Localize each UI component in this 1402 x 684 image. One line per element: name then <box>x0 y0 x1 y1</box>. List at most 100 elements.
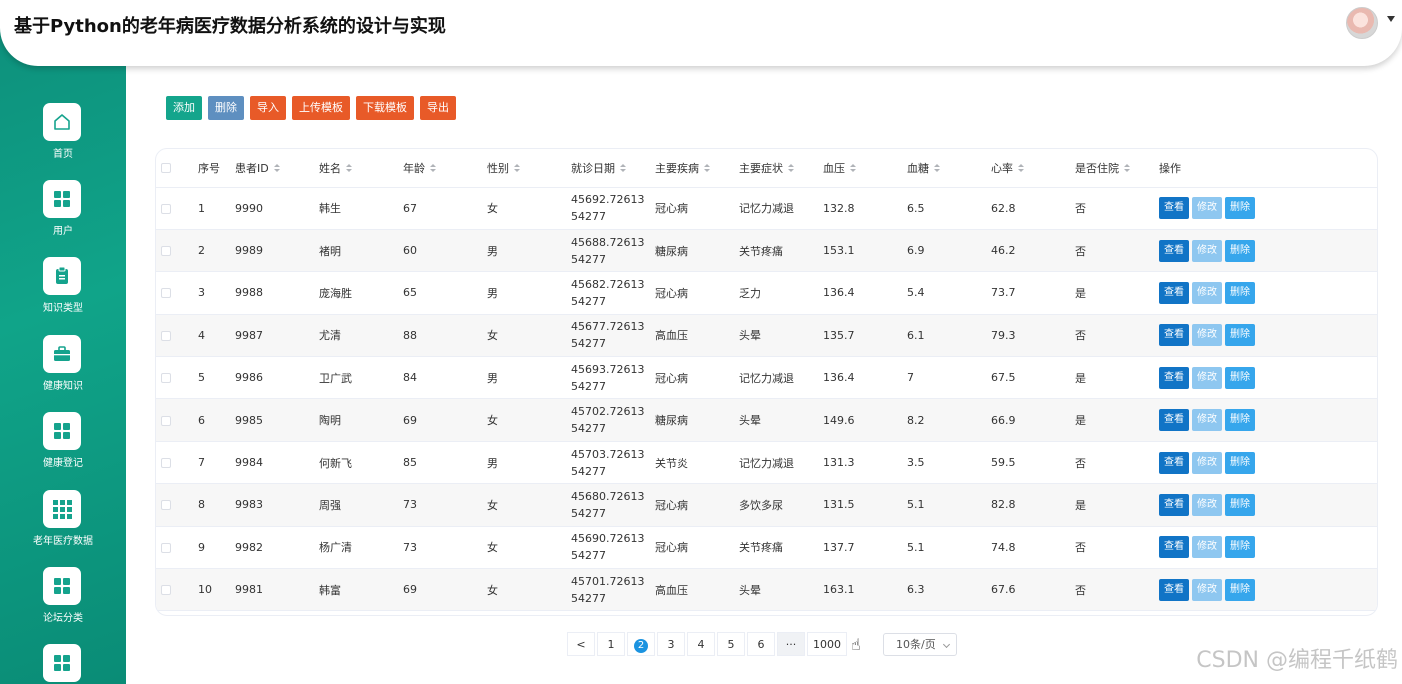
view-button[interactable]: 查看 <box>1159 366 1189 389</box>
view-button[interactable]: 查看 <box>1159 281 1189 304</box>
row-checkbox[interactable] <box>156 399 198 441</box>
row-delete-button[interactable]: 删除 <box>1225 409 1255 432</box>
sidebar-item-users[interactable]: 用户 <box>0 180 126 250</box>
column-header[interactable]: 血糖 <box>907 149 991 188</box>
row-checkbox[interactable] <box>156 569 198 611</box>
sidebar-item-health-knowledge[interactable]: 健康知识 <box>0 335 126 405</box>
table-row: 3 9988 庞海胜 65 男 45682.7261354277 冠心病 乏力 136.4 5.4… <box>156 272 1377 315</box>
table-cell: 韩生 <box>319 202 341 216</box>
export-button[interactable]: 导出 <box>420 96 456 120</box>
table-cell: 5 <box>198 371 205 385</box>
page-button-current[interactable]: 2 <box>627 632 655 656</box>
row-delete-button[interactable]: 删除 <box>1225 366 1255 389</box>
view-button[interactable]: 查看 <box>1159 197 1189 220</box>
select-all-checkbox[interactable] <box>156 149 198 188</box>
avatar[interactable] <box>1346 7 1378 39</box>
sort-icon[interactable] <box>1124 164 1130 173</box>
table-cell: 是 <box>1075 286 1086 300</box>
column-header[interactable]: 姓名 <box>319 149 403 188</box>
column-header[interactable]: 血压 <box>823 149 907 188</box>
sort-icon[interactable] <box>273 164 280 173</box>
sidebar-item-health-register[interactable]: 健康登记 <box>0 412 126 482</box>
column-header[interactable]: 就诊日期 <box>571 149 655 188</box>
import-button[interactable]: 导入 <box>250 96 286 120</box>
edit-button[interactable]: 修改 <box>1192 197 1222 220</box>
row-checkbox[interactable] <box>156 484 198 526</box>
sort-icon[interactable] <box>1018 164 1024 173</box>
table-cell: 9984 <box>235 456 263 470</box>
page-button[interactable]: 4 <box>687 632 715 656</box>
row-delete-button[interactable]: 删除 <box>1225 536 1255 559</box>
edit-button[interactable]: 修改 <box>1192 239 1222 262</box>
edit-button[interactable]: 修改 <box>1192 536 1222 559</box>
table-cell: 关节炎 <box>655 456 688 470</box>
edit-button[interactable]: 修改 <box>1192 324 1222 347</box>
view-button[interactable]: 查看 <box>1159 324 1189 347</box>
last-page-button[interactable]: 1000 <box>807 632 847 656</box>
row-checkbox[interactable] <box>156 272 198 314</box>
download-template-button[interactable]: 下载模板 <box>356 96 414 120</box>
page-size-select[interactable]: 10条/页 <box>883 633 957 656</box>
row-checkbox[interactable] <box>156 229 198 271</box>
row-actions: 查看 修改 删除 <box>1159 272 1377 314</box>
sidebar-item-home[interactable]: 首页 <box>0 103 126 173</box>
view-button[interactable]: 查看 <box>1159 536 1189 559</box>
table-row: 7 9984 何新飞 85 男 45703.7261354277 关节炎 记忆力减退 131.3… <box>156 441 1377 484</box>
view-button[interactable]: 查看 <box>1159 493 1189 516</box>
column-header[interactable]: 是否住院 <box>1075 149 1159 188</box>
delete-button[interactable]: 删除 <box>208 96 244 120</box>
column-header[interactable]: 主要疾病 <box>655 149 739 188</box>
column-header[interactable]: 主要症状 <box>739 149 823 188</box>
sort-icon[interactable] <box>704 164 710 173</box>
chevron-down-icon[interactable] <box>1387 16 1395 22</box>
row-delete-button[interactable]: 删除 <box>1225 197 1255 220</box>
sort-icon[interactable] <box>430 164 436 173</box>
row-delete-button[interactable]: 删除 <box>1225 451 1255 474</box>
sidebar-item-more[interactable] <box>0 644 126 684</box>
row-checkbox[interactable] <box>156 314 198 356</box>
sort-icon[interactable] <box>346 164 352 173</box>
row-delete-button[interactable]: 删除 <box>1225 239 1255 262</box>
row-delete-button[interactable]: 删除 <box>1225 324 1255 347</box>
upload-template-button[interactable]: 上传模板 <box>292 96 350 120</box>
edit-button[interactable]: 修改 <box>1192 578 1222 601</box>
edit-button[interactable]: 修改 <box>1192 493 1222 516</box>
edit-button[interactable]: 修改 <box>1192 409 1222 432</box>
sort-icon[interactable] <box>788 164 794 173</box>
column-header[interactable]: 性别 <box>487 149 571 188</box>
edit-button[interactable]: 修改 <box>1192 366 1222 389</box>
row-delete-button[interactable]: 删除 <box>1225 281 1255 304</box>
sidebar-item-elderly-medical-data[interactable]: 老年医疗数据 <box>0 490 126 560</box>
column-header[interactable]: 患者ID <box>235 149 319 188</box>
sidebar-item-knowledge-type[interactable]: 知识类型 <box>0 257 126 327</box>
sort-icon[interactable] <box>514 164 520 173</box>
view-button[interactable]: 查看 <box>1159 409 1189 432</box>
view-button[interactable]: 查看 <box>1159 451 1189 474</box>
sort-icon[interactable] <box>850 164 856 173</box>
page-button[interactable]: 1 <box>597 632 625 656</box>
page-button[interactable]: 3 <box>657 632 685 656</box>
sidebar-item-label: 首页 <box>53 149 73 160</box>
row-delete-button[interactable]: 删除 <box>1225 578 1255 601</box>
table-cell: 69 <box>403 583 417 597</box>
edit-button[interactable]: 修改 <box>1192 281 1222 304</box>
more-pages-button[interactable]: ··· <box>777 632 805 656</box>
row-delete-button[interactable]: 删除 <box>1225 493 1255 516</box>
page-button[interactable]: 6 <box>747 632 775 656</box>
row-checkbox[interactable] <box>156 187 198 229</box>
row-checkbox[interactable] <box>156 441 198 483</box>
prev-page-button[interactable]: < <box>567 632 595 656</box>
view-button[interactable]: 查看 <box>1159 578 1189 601</box>
add-button[interactable]: 添加 <box>166 96 202 120</box>
sidebar-item-label: 老年医疗数据 <box>33 536 93 547</box>
page-button[interactable]: 5 <box>717 632 745 656</box>
row-checkbox[interactable] <box>156 526 198 568</box>
view-button[interactable]: 查看 <box>1159 239 1189 262</box>
column-header[interactable]: 年龄 <box>403 149 487 188</box>
sort-icon[interactable] <box>620 164 626 173</box>
sidebar-item-forum-category[interactable]: 论坛分类 <box>0 567 126 637</box>
edit-button[interactable]: 修改 <box>1192 451 1222 474</box>
column-header[interactable]: 心率 <box>991 149 1075 188</box>
row-checkbox[interactable] <box>156 357 198 399</box>
sort-icon[interactable] <box>934 164 940 173</box>
